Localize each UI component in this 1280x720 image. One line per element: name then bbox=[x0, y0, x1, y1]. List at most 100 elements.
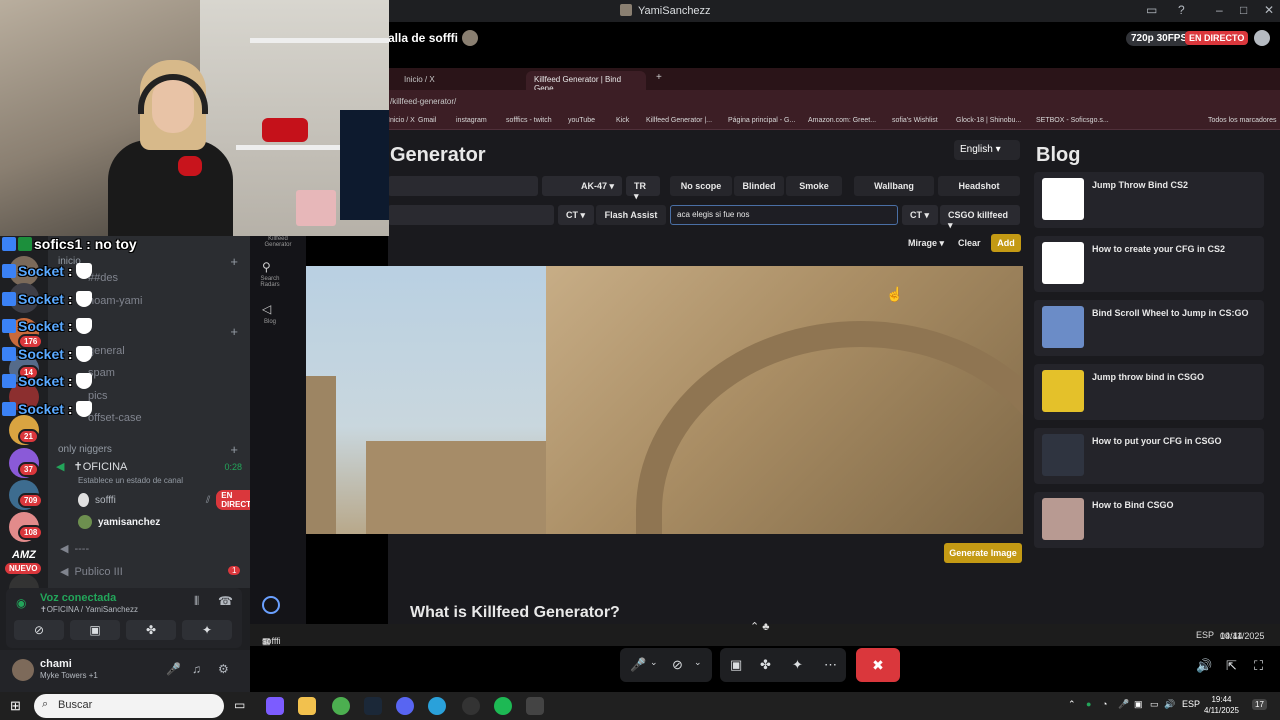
volume-icon[interactable]: 🔊 bbox=[1164, 699, 1175, 710]
minimize-icon[interactable]: – bbox=[1216, 3, 1223, 17]
language-indicator[interactable]: ESP bbox=[1182, 699, 1200, 709]
victim-input[interactable]: aca elegis si fue nos bbox=[670, 205, 898, 225]
obs-icon[interactable] bbox=[462, 697, 480, 715]
assist-name-input[interactable] bbox=[388, 205, 554, 225]
help-icon[interactable]: ? bbox=[1178, 3, 1185, 17]
inbox-icon[interactable]: ▭ bbox=[1146, 3, 1157, 17]
taskbar-search[interactable]: ⌕ Buscar bbox=[34, 694, 224, 718]
bookmark[interactable]: youTube bbox=[568, 117, 595, 124]
nav-generator[interactable]: Killfeed Generator bbox=[256, 236, 300, 248]
mic-icon[interactable]: 🎤 bbox=[166, 662, 181, 676]
channel-item[interactable]: hoam-yami bbox=[88, 295, 142, 307]
voice-channel-item[interactable]: ◀ Publico III bbox=[60, 565, 123, 578]
bookmark[interactable]: sofffics - twitch bbox=[506, 117, 552, 124]
server-label-amz[interactable]: AMZ bbox=[12, 549, 36, 561]
voice-status[interactable]: Establece un estado de canal bbox=[78, 476, 183, 485]
camera-icon[interactable]: ▣ bbox=[1134, 699, 1143, 710]
mic-icon[interactable]: 🎤 bbox=[630, 657, 646, 673]
copilot-icon[interactable] bbox=[266, 697, 284, 715]
voice-channel-item[interactable]: ◀ ---- bbox=[60, 542, 89, 555]
clear-button[interactable]: Clear bbox=[958, 234, 981, 252]
option-flash-assist[interactable]: Flash Assist bbox=[596, 205, 666, 225]
clock[interactable]: 19:44 4/11/2025 bbox=[1204, 694, 1239, 716]
category-only[interactable]: only niggers bbox=[58, 444, 112, 455]
soundboard-icon[interactable]: ⦀ bbox=[194, 594, 199, 609]
soundboard-icon[interactable]: ✦ bbox=[792, 657, 803, 673]
bookmark[interactable]: Todos los marcadores bbox=[1208, 117, 1276, 124]
victim-select[interactable]: CSGO killfeed ▾ bbox=[940, 205, 1020, 230]
option-blinded[interactable]: Blinded bbox=[734, 176, 784, 196]
voice-member[interactable]: sofffi ⫽ EN DIRECTO bbox=[78, 490, 266, 510]
tray-app-icon[interactable]: ● bbox=[1086, 699, 1091, 709]
username[interactable]: chami bbox=[40, 658, 72, 670]
windows-start-icon[interactable]: ⊞ bbox=[10, 698, 21, 714]
bookmark[interactable]: instagram bbox=[456, 117, 487, 124]
add-channel-icon[interactable]: + bbox=[230, 254, 238, 269]
option-headshot[interactable]: Headshot bbox=[938, 176, 1020, 196]
mic-icon[interactable]: 🎤 bbox=[1118, 699, 1129, 710]
bookmark[interactable]: SETBOX - Soficsgo.s... bbox=[1036, 117, 1109, 124]
popout-icon[interactable]: ⇱ bbox=[1226, 658, 1237, 674]
disconnect-icon[interactable]: ☎ bbox=[218, 594, 233, 608]
weapon-select[interactable]: AK-47 ▾ bbox=[542, 176, 622, 196]
chevron-up-icon[interactable]: ⌃ ♣ bbox=[750, 620, 770, 633]
screenshare-button[interactable]: ▣ bbox=[70, 620, 120, 640]
screenshare-icon[interactable]: ▣ bbox=[730, 657, 742, 673]
capcut-icon[interactable] bbox=[526, 697, 544, 715]
channel-item[interactable]: ##des bbox=[88, 272, 118, 284]
add-button[interactable]: Add bbox=[991, 234, 1021, 252]
blog-item[interactable]: How to put your CFG in CSGO bbox=[1034, 428, 1264, 484]
volume-icon[interactable]: 🔊 bbox=[1196, 658, 1212, 674]
language-select[interactable]: English ▾ bbox=[954, 140, 1020, 160]
voice-connected-channel[interactable]: ✝OFICINA / YamiSanchezz bbox=[40, 605, 138, 614]
fullscreen-icon[interactable]: ⛶ bbox=[1254, 658, 1263, 674]
spotify-icon[interactable] bbox=[494, 697, 512, 715]
task-view-icon[interactable]: ▭ bbox=[234, 698, 245, 712]
chevron-down-icon[interactable]: ⌄ bbox=[694, 657, 702, 668]
add-channel-icon[interactable]: + bbox=[230, 324, 238, 339]
tray-chevron-icon[interactable]: ⌃ bbox=[1068, 699, 1076, 710]
blog-item[interactable]: Jump throw bind in CSGO bbox=[1034, 364, 1264, 420]
steam-icon[interactable] bbox=[364, 697, 382, 715]
bookmark[interactable]: Kick bbox=[616, 117, 629, 124]
activities-button[interactable]: ✤ bbox=[126, 620, 176, 640]
channel-item[interactable]: offset-case bbox=[88, 412, 142, 424]
option-wallbang[interactable]: Wallbang bbox=[854, 176, 934, 196]
team-right-select[interactable]: CT ▾ bbox=[902, 205, 938, 225]
blog-item[interactable]: How to create your CFG in CS2 bbox=[1034, 236, 1264, 292]
channel-item[interactable]: general bbox=[88, 345, 125, 357]
option-no-scope[interactable]: No scope bbox=[670, 176, 732, 196]
network-icon[interactable]: ▭ bbox=[1150, 699, 1159, 710]
bookmark[interactable]: Inicio / X bbox=[388, 117, 415, 124]
add-channel-icon[interactable]: + bbox=[230, 442, 238, 457]
maximize-icon[interactable]: □ bbox=[1240, 3, 1247, 17]
activities-icon[interactable]: ✤ bbox=[760, 657, 771, 673]
address-bar[interactable]: /killfeed-generator/ bbox=[388, 90, 1280, 112]
killer-name-input[interactable] bbox=[388, 176, 538, 196]
bookmark[interactable]: Página principal - G... bbox=[728, 117, 795, 124]
notification-badge[interactable]: 17 bbox=[1252, 699, 1267, 710]
nav-search-radars[interactable]: Search Radars bbox=[256, 276, 284, 288]
chrome-icon[interactable] bbox=[332, 697, 350, 715]
camera-off-icon[interactable]: ⊘ bbox=[672, 657, 683, 673]
soundboard-button[interactable]: ✦ bbox=[182, 620, 232, 640]
settings-icon[interactable]: ⚙ bbox=[218, 662, 229, 676]
discord-icon[interactable] bbox=[396, 697, 414, 715]
chat-icon[interactable] bbox=[1254, 30, 1270, 46]
video-off-button[interactable]: ⊘ bbox=[14, 620, 64, 640]
chevron-down-icon[interactable]: ⌄ bbox=[650, 657, 658, 668]
blog-item[interactable]: How to Bind CSGO bbox=[1034, 492, 1264, 548]
headphones-icon[interactable]: ♫ bbox=[192, 662, 201, 676]
bookmark[interactable]: sofia's Wishlist bbox=[892, 117, 938, 124]
close-icon[interactable]: ✕ bbox=[1264, 3, 1274, 17]
new-tab-icon[interactable]: + bbox=[656, 72, 662, 83]
bookmark[interactable]: Killfeed Generator |... bbox=[646, 117, 712, 124]
leave-stream-button[interactable]: ✖ bbox=[856, 648, 900, 682]
tab-killfeed[interactable]: Killfeed Generator | Bind Gene... bbox=[526, 71, 646, 93]
avatar[interactable] bbox=[12, 659, 34, 681]
nav-blog[interactable]: Blog bbox=[256, 319, 284, 325]
voice-member[interactable]: yamisanchez bbox=[78, 513, 160, 531]
voice-connected-label[interactable]: Voz conectada bbox=[40, 592, 116, 604]
blog-item[interactable]: Bind Scroll Wheel to Jump in CS:GO bbox=[1034, 300, 1264, 356]
option-smoke[interactable]: Smoke bbox=[786, 176, 842, 196]
